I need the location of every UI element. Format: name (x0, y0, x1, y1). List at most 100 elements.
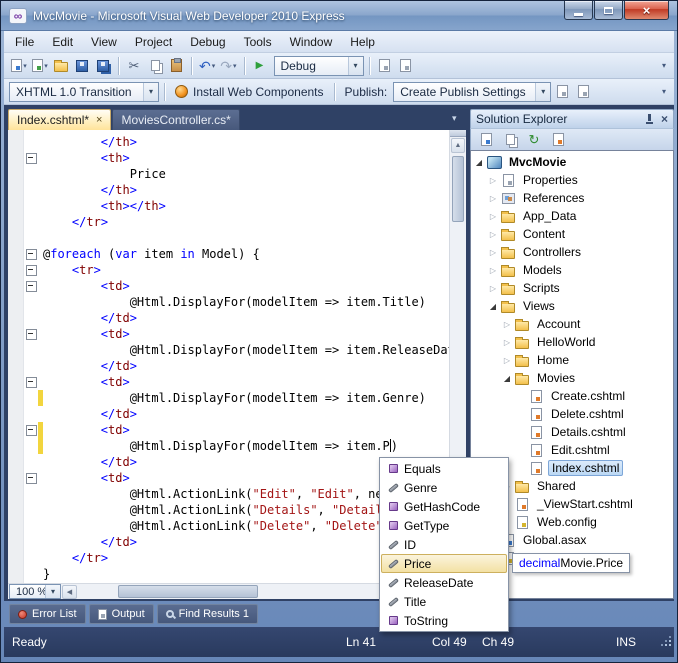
code-line[interactable]: </th> (8, 134, 449, 150)
find-icon[interactable] (375, 56, 395, 76)
tree-item-home[interactable]: ▷Home (471, 351, 673, 369)
code-line[interactable]: </th> (8, 182, 449, 198)
cut-icon[interactable]: ✂ (124, 56, 144, 76)
breakpoint-margin[interactable] (8, 534, 24, 550)
breakpoint-margin[interactable] (8, 182, 24, 198)
menu-item-edit[interactable]: Edit (43, 31, 82, 53)
completion-item-tostring[interactable]: ToString (381, 611, 507, 630)
completion-item-genre[interactable]: Genre (381, 478, 507, 497)
new-project-icon[interactable]: ▾ (9, 56, 29, 76)
resize-grip[interactable] (660, 635, 672, 647)
zoom-combo[interactable]: 100 % ▾ (9, 584, 61, 599)
breakpoint-margin[interactable] (8, 230, 24, 246)
fold-toggle-icon[interactable] (24, 278, 38, 294)
tree-item-app-data[interactable]: ▷App_Data (471, 207, 673, 225)
panel-tab-output[interactable]: Output (89, 604, 154, 624)
copy-icon[interactable] (145, 56, 165, 76)
code-line[interactable]: <td> (8, 326, 449, 342)
tab-index-cshtml[interactable]: Index.cshtml*× (8, 109, 111, 130)
web-icon[interactable] (396, 56, 416, 76)
menu-item-file[interactable]: File (6, 31, 43, 53)
breakpoint-margin[interactable] (8, 358, 24, 374)
menu-item-project[interactable]: Project (126, 31, 181, 53)
vertical-scroll-thumb[interactable] (452, 156, 464, 222)
breakpoint-margin[interactable] (8, 214, 24, 230)
menu-item-view[interactable]: View (82, 31, 126, 53)
redo-icon[interactable]: ↷▾ (218, 56, 238, 76)
fold-toggle-icon[interactable] (24, 422, 38, 438)
publish-settings-icon[interactable] (573, 82, 593, 102)
save-all-icon[interactable] (93, 56, 113, 76)
collapsed-arrow-icon[interactable]: ▷ (487, 284, 499, 293)
add-item-icon[interactable]: ▾ (30, 56, 50, 76)
breakpoint-margin[interactable] (8, 486, 24, 502)
paste-icon[interactable] (166, 56, 186, 76)
code-line[interactable]: </td> (8, 406, 449, 422)
tree-item-properties[interactable]: ▷Properties (471, 171, 673, 189)
install-web-components-button[interactable]: Install Web Components (170, 83, 329, 101)
completion-item-price[interactable]: Price (381, 554, 507, 573)
breakpoint-margin[interactable] (8, 278, 24, 294)
expanded-arrow-icon[interactable]: ◢ (473, 158, 485, 167)
breakpoint-margin[interactable] (8, 422, 24, 438)
panel-close-icon[interactable]: × (661, 113, 668, 125)
code-line[interactable]: Price (8, 166, 449, 182)
breakpoint-margin[interactable] (8, 390, 24, 406)
tree-item-scripts[interactable]: ▷Scripts (471, 279, 673, 297)
code-line[interactable]: <th></th> (8, 198, 449, 214)
tree-item-content[interactable]: ▷Content (471, 225, 673, 243)
code-line[interactable]: </td> (8, 310, 449, 326)
tree-item-helloworld[interactable]: ▷HelloWorld (471, 333, 673, 351)
breakpoint-margin[interactable] (8, 150, 24, 166)
code-line[interactable]: @Html.DisplayFor(modelItem => item.Title… (8, 294, 449, 310)
undo-icon[interactable]: ↶▾ (197, 56, 217, 76)
properties-icon[interactable] (476, 130, 496, 150)
solution-explorer-header[interactable]: Solution Explorer × (470, 109, 674, 128)
publish-profile-icon[interactable] (552, 82, 572, 102)
breakpoint-margin[interactable] (8, 470, 24, 486)
collapsed-arrow-icon[interactable]: ▷ (487, 266, 499, 275)
chevron-down-icon[interactable]: ▾ (535, 83, 550, 101)
collapsed-arrow-icon[interactable]: ▷ (487, 212, 499, 221)
tree-item-controllers[interactable]: ▷Controllers (471, 243, 673, 261)
breakpoint-margin[interactable] (8, 342, 24, 358)
tree-item-account[interactable]: ▷Account (471, 315, 673, 333)
toolbar-overflow-icon[interactable]: ▾ (659, 61, 669, 70)
breakpoint-margin[interactable] (8, 310, 24, 326)
collapsed-arrow-icon[interactable]: ▷ (487, 248, 499, 257)
tree-item-delete-cshtml[interactable]: Delete.cshtml (471, 405, 673, 423)
tree-item-details-cshtml[interactable]: Details.cshtml (471, 423, 673, 441)
chevron-down-icon[interactable]: ▾ (143, 83, 158, 101)
start-debug-icon[interactable]: ▶ (250, 56, 270, 76)
breakpoint-margin[interactable] (8, 166, 24, 182)
completion-item-gettype[interactable]: GetType (381, 516, 507, 535)
collapsed-arrow-icon[interactable]: ▷ (501, 356, 513, 365)
code-line[interactable]: @Html.DisplayFor(modelItem => item.Relea… (8, 342, 449, 358)
breakpoint-margin[interactable] (8, 198, 24, 214)
panel-tab-error-list[interactable]: Error List (9, 604, 86, 624)
chevron-down-icon[interactable]: ▾ (45, 585, 60, 598)
breakpoint-margin[interactable] (8, 294, 24, 310)
expanded-arrow-icon[interactable]: ◢ (501, 374, 513, 383)
view-code-icon[interactable] (548, 130, 568, 150)
breakpoint-margin[interactable] (8, 134, 24, 150)
fold-toggle-icon[interactable] (24, 326, 38, 342)
code-line[interactable]: <td> (8, 374, 449, 390)
menu-item-help[interactable]: Help (341, 31, 384, 53)
horizontal-scroll-thumb[interactable] (118, 585, 258, 598)
collapsed-arrow-icon[interactable]: ▷ (487, 176, 499, 185)
menu-item-debug[interactable]: Debug (181, 31, 234, 53)
minimize-button[interactable] (564, 1, 593, 20)
code-line[interactable] (8, 230, 449, 246)
code-line[interactable]: <td> (8, 278, 449, 294)
completion-item-title[interactable]: Title (381, 592, 507, 611)
pin-icon[interactable] (644, 113, 655, 125)
completion-item-equals[interactable]: Equals (381, 459, 507, 478)
breakpoint-margin[interactable] (8, 566, 24, 582)
tree-item-models[interactable]: ▷Models (471, 261, 673, 279)
menu-item-tools[interactable]: Tools (235, 31, 281, 53)
toolbar-overflow-icon[interactable]: ▾ (659, 87, 669, 96)
split-handle[interactable] (450, 130, 466, 137)
tree-item-mvcmovie[interactable]: ◢MvcMovie (471, 153, 673, 171)
open-file-icon[interactable] (51, 56, 71, 76)
